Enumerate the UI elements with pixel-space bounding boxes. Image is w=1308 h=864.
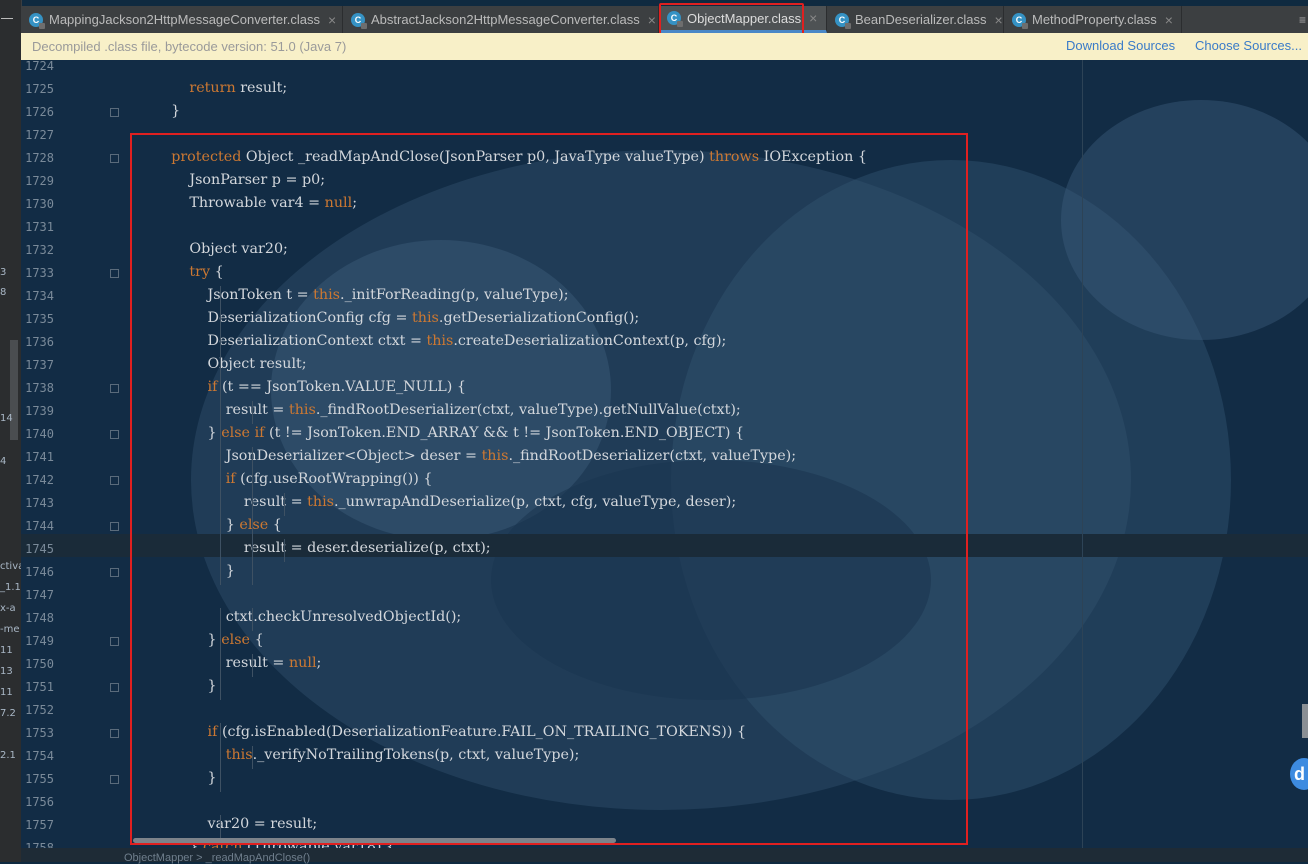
choose-sources-link[interactable]: Choose Sources... bbox=[1195, 38, 1302, 53]
line-number[interactable]: 1744 bbox=[21, 519, 54, 533]
download-sources-link[interactable]: Download Sources bbox=[1066, 38, 1175, 53]
decompiled-message: Decompiled .class file, bytecode version… bbox=[32, 39, 347, 54]
line-number[interactable]: 1756 bbox=[21, 795, 54, 809]
tab-beandeserializer[interactable]: C BeanDeserializer.class × bbox=[827, 6, 1004, 33]
tab-label: MappingJackson2HttpMessageConverter.clas… bbox=[49, 12, 320, 27]
project-tree-fragment: 11 bbox=[0, 687, 13, 698]
project-tree-fragment: 2.1 bbox=[0, 750, 16, 761]
project-tree-fragment: -me bbox=[0, 624, 20, 635]
project-tree-fragment: x-a bbox=[0, 603, 16, 614]
project-tree-fragment: 4 bbox=[0, 456, 7, 467]
fold-marker-icon[interactable] bbox=[110, 476, 119, 485]
line-number[interactable]: 1728 bbox=[21, 151, 54, 165]
line-number[interactable]: 1752 bbox=[21, 703, 54, 717]
fold-marker-icon[interactable] bbox=[110, 568, 119, 577]
close-tab-icon[interactable]: × bbox=[328, 12, 336, 28]
line-number[interactable]: 1742 bbox=[21, 473, 54, 487]
line-number[interactable]: 1739 bbox=[21, 404, 54, 418]
tab-methodproperty[interactable]: C MethodProperty.class × bbox=[1004, 6, 1182, 33]
class-file-icon: C bbox=[29, 12, 45, 29]
project-tree-fragment: 3 bbox=[0, 267, 7, 278]
line-number[interactable]: 1750 bbox=[21, 657, 54, 671]
method-annotation-highlight bbox=[130, 133, 968, 845]
line-number[interactable]: 1738 bbox=[21, 381, 54, 395]
project-tree-fragment: 8 bbox=[0, 287, 7, 298]
line-number[interactable]: 1754 bbox=[21, 749, 54, 763]
class-file-icon: C bbox=[351, 12, 367, 29]
tab-abstractjackson2httpmessageconverter[interactable]: C AbstractJackson2HttpMessageConverter.cl… bbox=[343, 6, 659, 33]
line-number[interactable]: 1745 bbox=[21, 542, 54, 556]
collapse-icon[interactable] bbox=[1, 18, 13, 19]
close-tab-icon[interactable]: × bbox=[1165, 12, 1173, 28]
class-file-icon: C bbox=[1012, 12, 1028, 29]
line-number[interactable]: 1732 bbox=[21, 243, 54, 257]
project-tree-fragment: _1.1 bbox=[0, 582, 21, 593]
line-number[interactable]: 1733 bbox=[21, 266, 54, 280]
line-number[interactable]: 1724 bbox=[21, 60, 54, 73]
line-number[interactable]: 1736 bbox=[21, 335, 54, 349]
project-panel-edge: 3 8 14 4 ctivat _1.1 x-a -me 11 13 11 7.2 2.1 bbox=[0, 0, 22, 862]
code-line[interactable]: } bbox=[153, 103, 180, 119]
line-number[interactable]: 1731 bbox=[21, 220, 54, 234]
decompiled-info-banner: Decompiled .class file, bytecode version… bbox=[21, 33, 1308, 61]
line-number[interactable]: 1748 bbox=[21, 611, 54, 625]
tab-label: AbstractJackson2HttpMessageConverter.cla… bbox=[371, 12, 640, 27]
tab-list-menu-label: ≡ bbox=[1298, 12, 1306, 27]
line-number[interactable]: 1746 bbox=[21, 565, 54, 579]
line-number[interactable]: 1735 bbox=[21, 312, 54, 326]
code-line[interactable]: return result; bbox=[153, 80, 287, 96]
fold-marker-icon[interactable] bbox=[110, 775, 119, 784]
assistant-bubble-label: d bbox=[1294, 763, 1305, 784]
panel-scrollbar[interactable] bbox=[10, 340, 18, 440]
line-number[interactable]: 1753 bbox=[21, 726, 54, 740]
line-number[interactable]: 1743 bbox=[21, 496, 54, 510]
tab-label: BeanDeserializer.class bbox=[855, 12, 987, 27]
fold-marker-icon[interactable] bbox=[110, 384, 119, 393]
breadcrumb-bar: ObjectMapper > _readMapAndClose() bbox=[21, 848, 1308, 864]
fold-marker-icon[interactable] bbox=[110, 154, 119, 163]
line-number[interactable]: 1727 bbox=[21, 128, 54, 142]
horizontal-scrollbar[interactable] bbox=[133, 838, 616, 843]
line-number[interactable]: 1749 bbox=[21, 634, 54, 648]
line-number[interactable]: 1751 bbox=[21, 680, 54, 694]
line-number[interactable]: 1755 bbox=[21, 772, 54, 786]
class-file-icon: C bbox=[835, 12, 851, 29]
fold-marker-icon[interactable] bbox=[110, 108, 119, 117]
close-tab-icon[interactable]: × bbox=[995, 12, 1003, 28]
tab-list-menu-icon[interactable]: ≡ bbox=[1299, 6, 1306, 33]
fold-marker-icon[interactable] bbox=[110, 637, 119, 646]
breadcrumb[interactable]: ObjectMapper > _readMapAndClose() bbox=[124, 852, 310, 864]
line-number[interactable]: 1741 bbox=[21, 450, 54, 464]
project-tree-fragment: 13 bbox=[0, 666, 13, 677]
vertical-scrollbar[interactable] bbox=[1302, 704, 1308, 738]
fold-marker-icon[interactable] bbox=[110, 522, 119, 531]
project-tree-fragment: 7.2 bbox=[0, 708, 16, 719]
line-number[interactable]: 1730 bbox=[21, 197, 54, 211]
project-tree-fragment: 14 bbox=[0, 413, 13, 424]
line-number[interactable]: 1747 bbox=[21, 588, 54, 602]
fold-marker-icon[interactable] bbox=[110, 729, 119, 738]
line-number[interactable]: 1757 bbox=[21, 818, 54, 832]
fold-marker-icon[interactable] bbox=[110, 683, 119, 692]
line-number[interactable]: 1726 bbox=[21, 105, 54, 119]
close-tab-icon[interactable]: × bbox=[809, 10, 817, 26]
project-tree-fragment: 11 bbox=[0, 645, 13, 656]
fold-marker-icon[interactable] bbox=[110, 269, 119, 278]
tab-mappingjackson2httpmessageconverter[interactable]: C MappingJackson2HttpMessageConverter.cla… bbox=[21, 6, 343, 33]
line-number-gutter[interactable]: 1724 1725 1726 1727 1728 1729 1730 1731 1732 1733… bbox=[21, 60, 119, 862]
line-number[interactable]: 1725 bbox=[21, 82, 54, 96]
tab-label: MethodProperty.class bbox=[1032, 12, 1157, 27]
tab-annotation-highlight bbox=[659, 3, 804, 37]
fold-marker-icon[interactable] bbox=[110, 430, 119, 439]
line-number[interactable]: 1740 bbox=[21, 427, 54, 441]
line-number[interactable]: 1729 bbox=[21, 174, 54, 188]
project-tree-fragment: ctivat bbox=[0, 561, 21, 572]
line-number[interactable]: 1737 bbox=[21, 358, 54, 372]
right-margin-guide bbox=[1082, 60, 1083, 862]
line-number[interactable]: 1734 bbox=[21, 289, 54, 303]
close-tab-icon[interactable]: × bbox=[648, 12, 656, 28]
